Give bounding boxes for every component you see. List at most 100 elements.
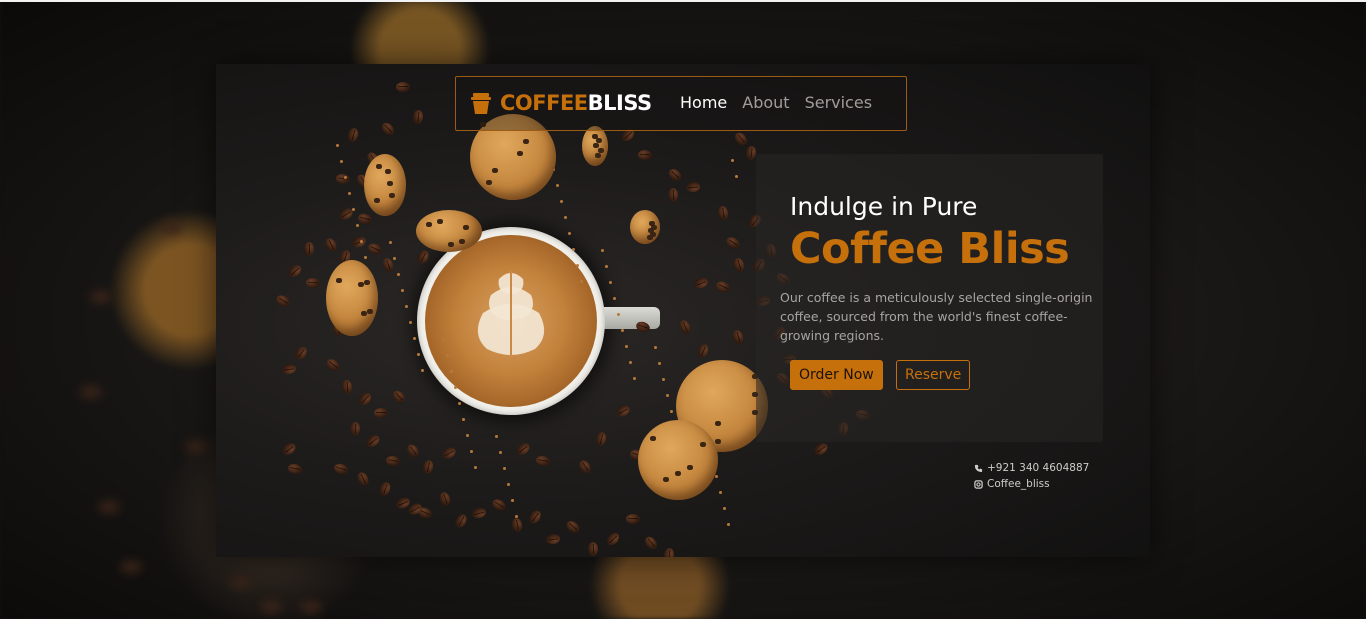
hero-heading-line2: Coffee Bliss: [790, 224, 1070, 274]
coffee-bean: [716, 205, 730, 221]
coffee-bean: [346, 126, 360, 144]
reserve-button[interactable]: Reserve: [896, 360, 971, 390]
cookie-crumb: [421, 369, 424, 372]
coffee-bean: [714, 279, 732, 295]
cookie: [416, 210, 482, 252]
coffee-bean: [731, 328, 745, 346]
cookie-crumb: [515, 515, 518, 518]
cookie-crumb: [625, 345, 628, 348]
cookie-crumb: [719, 491, 722, 494]
coffee-bean: [637, 149, 653, 161]
phone-contact[interactable]: +921 340 4604887: [974, 460, 1089, 476]
cookie-crumb: [727, 523, 730, 526]
cookie-crumb: [360, 240, 363, 243]
coffee-bean: [724, 234, 742, 252]
hero-card: COFFEEBLISS Home About Services Indulge …: [216, 64, 1150, 557]
cookie-crumb: [556, 184, 559, 187]
coffee-bean: [663, 547, 675, 557]
contact-info: +921 340 4604887 Coffee_bliss: [974, 460, 1089, 492]
cookie: [326, 260, 378, 336]
coffee-bean: [685, 181, 701, 193]
cookie-crumb: [662, 378, 665, 381]
cookie-crumb: [397, 273, 400, 276]
cookie-crumb: [393, 257, 396, 260]
coffee-bean: [576, 458, 594, 476]
coffee-bean: [385, 454, 401, 468]
coffee-bean: [274, 293, 292, 309]
coffee-bean: [510, 517, 524, 533]
brand-logo[interactable]: COFFEEBLISS: [470, 91, 652, 115]
cookie-crumb: [462, 418, 465, 421]
cookie-crumb: [605, 265, 608, 268]
cookie-crumb: [511, 499, 514, 502]
cookie-crumb: [466, 434, 469, 437]
coffee-bean: [677, 318, 693, 336]
cookie-crumb: [658, 362, 661, 365]
nav-link-services[interactable]: Services: [805, 93, 872, 112]
top-border: [0, 0, 1366, 2]
coffee-bean: [324, 356, 342, 374]
navbar: COFFEEBLISS Home About Services: [455, 76, 907, 131]
coffee-bean: [341, 379, 353, 395]
coffee-bean: [695, 342, 711, 360]
hero-description: Our coffee is a meticulously selected si…: [780, 290, 1093, 343]
phone-number: +921 340 4604887: [987, 462, 1090, 474]
cookie-crumb: [576, 264, 579, 267]
coffee-bean: [667, 187, 679, 203]
brand-name: COFFEEBLISS: [500, 91, 652, 115]
cookie-crumb: [474, 466, 477, 469]
cookie: [364, 154, 406, 216]
cookie-crumb: [560, 200, 563, 203]
cookie-crumb: [417, 353, 420, 356]
coffee-bean: [642, 534, 660, 552]
coffee-bean: [404, 442, 422, 460]
cup-handle: [598, 307, 660, 329]
coffee-bean: [286, 262, 304, 280]
coffee-bean: [470, 506, 488, 520]
coffee-bean: [366, 241, 384, 257]
coffee-bean: [732, 256, 746, 274]
cookie-crumb: [735, 175, 738, 178]
cookie-crumb: [503, 467, 506, 470]
order-now-button[interactable]: Order Now: [790, 360, 883, 390]
coffee-bean: [625, 513, 641, 525]
coffee-bean: [280, 440, 298, 458]
cookie-crumb: [409, 321, 412, 324]
coffee-bean: [292, 344, 310, 362]
coffee-bean: [594, 430, 608, 448]
coffee-bean: [412, 109, 424, 125]
coffee-bean: [305, 277, 321, 289]
cookie-crumb: [633, 377, 636, 380]
coffee-bean: [453, 512, 469, 530]
phone-icon: [974, 464, 983, 472]
cookie-crumb: [442, 338, 445, 341]
cookie-crumb: [389, 241, 392, 244]
instagram-contact[interactable]: Coffee_bliss: [974, 476, 1089, 492]
instagram-icon: [974, 479, 983, 489]
coffee-bean: [440, 445, 458, 461]
cookie: [638, 420, 718, 500]
cookie: [582, 126, 608, 166]
coffee-bean: [356, 390, 374, 408]
coffee-bean: [421, 459, 435, 475]
cookie-crumb: [621, 329, 624, 332]
hero-heading-line1: Indulge in Pure: [790, 192, 978, 221]
cookie-crumb: [340, 160, 343, 163]
cookie-crumb: [356, 224, 359, 227]
coffee-bean: [349, 421, 361, 437]
cookie-crumb: [458, 402, 461, 405]
coffee-bean: [514, 440, 532, 458]
cookie-crumb: [454, 386, 457, 389]
nav-link-home[interactable]: Home: [680, 93, 727, 112]
cookie-crumb: [731, 159, 734, 162]
coffee-bean: [812, 440, 830, 458]
coffee-bean: [545, 533, 561, 545]
cookie-crumb: [401, 289, 404, 292]
cookie-crumb: [580, 280, 583, 283]
coffee-bean: [350, 234, 368, 250]
cookie-crumb: [495, 435, 498, 438]
coffee-bean: [526, 508, 544, 526]
cookie-crumb: [405, 305, 408, 308]
cookie-crumb: [601, 249, 604, 252]
nav-link-about[interactable]: About: [742, 93, 789, 112]
